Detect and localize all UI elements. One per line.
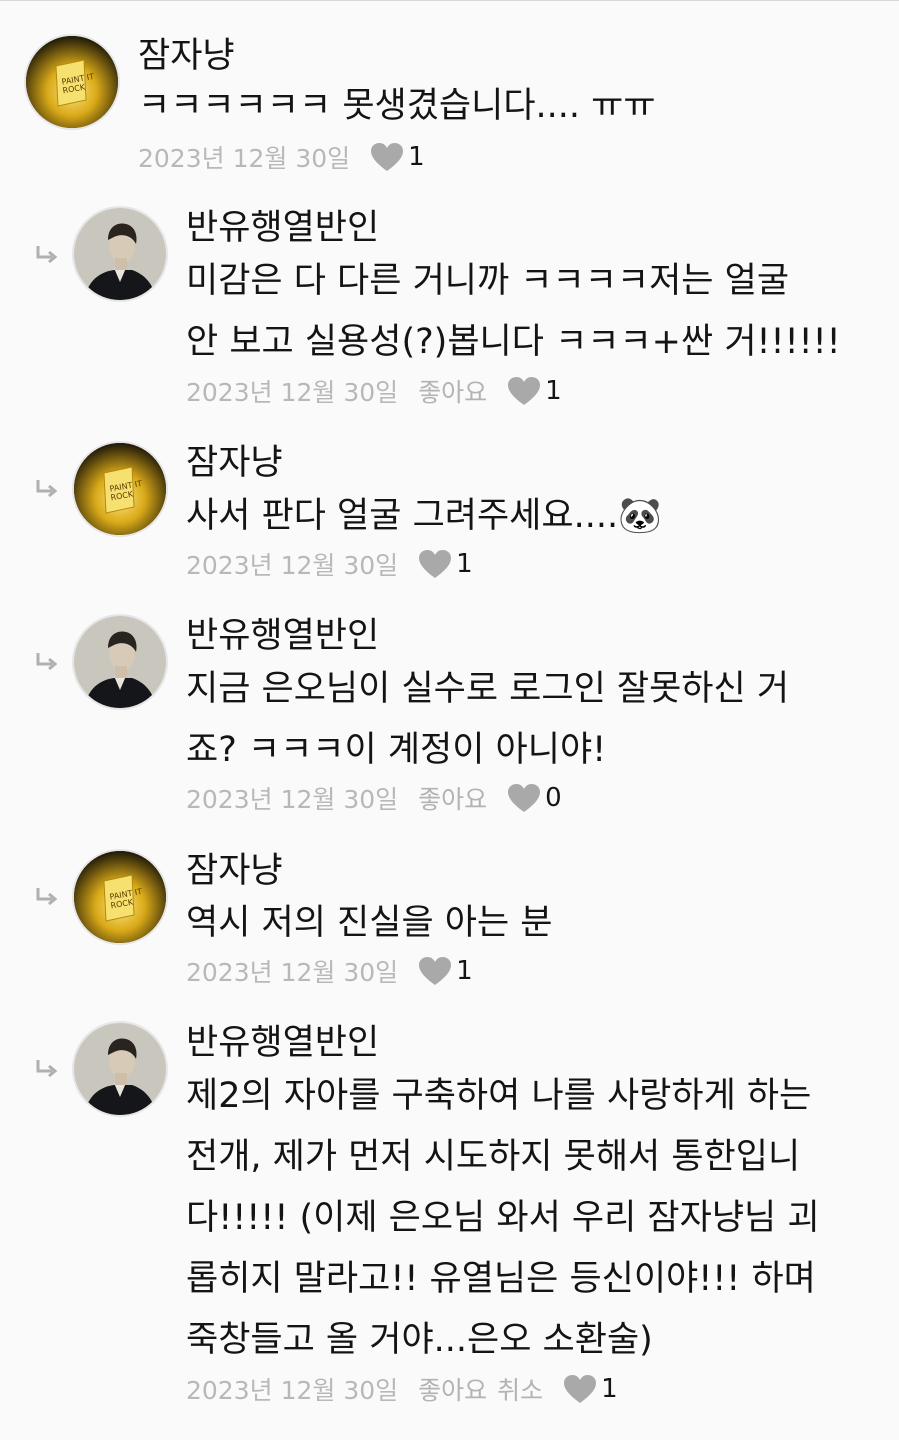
comment-author[interactable]: 잠자냥 <box>186 441 283 485</box>
heart-icon[interactable] <box>563 1374 597 1404</box>
reply-arrow-icon <box>36 480 58 498</box>
top-divider <box>0 0 899 1</box>
comment-meta: 2023년 12월 30일 1 <box>138 141 425 173</box>
comment-author[interactable]: 반유행열반인 <box>186 1021 379 1065</box>
portrait-avatar[interactable] <box>74 1023 166 1115</box>
like-button[interactable]: 좋아요 <box>418 373 487 409</box>
comment-meta: 2023년 12월 30일 좋아요 0 <box>186 782 562 814</box>
comment-text: 지금 은오님이 실수로 로그인 잘못하신 거 <box>186 669 790 709</box>
comment-author[interactable]: 반유행열반인 <box>186 206 379 250</box>
comment-text: ㅋㅋㅋㅋㅋㅋ 못생겼습니다.... ㅠㅠ <box>138 86 656 126</box>
comment-date: 2023년 12월 30일 <box>186 785 399 814</box>
comment-text: 역시 저의 진실을 아는 분 <box>186 903 553 943</box>
like-count: 1 <box>408 142 425 172</box>
heart-icon[interactable] <box>507 376 541 406</box>
like-button[interactable]: 좋아요 <box>418 1371 487 1407</box>
comment-meta: 2023년 12월 30일 좋아요 취소 1 <box>186 1373 618 1405</box>
comment-text: 다!!!!! (이제 은오님 와서 우리 잠자냥님 괴 <box>186 1198 820 1238</box>
comment-date: 2023년 12월 30일 <box>138 144 351 173</box>
comment-text: 사서 판다 얼굴 그려주세요....🐼 <box>186 496 662 536</box>
like-count: 1 <box>456 549 473 579</box>
comment-text: 안 보고 실용성(?)봅니다 ㅋㅋㅋ+싼 거!!!!!! <box>186 322 841 362</box>
comment-text: 죽창들고 올 거야...은오 소환술) <box>186 1320 653 1360</box>
reply-arrow-icon <box>36 888 58 906</box>
comment-text: 미감은 다 다른 거니까 ㅋㅋㅋㅋ저는 얼굴 <box>186 261 790 301</box>
heart-icon[interactable] <box>418 956 452 986</box>
comment-text: 전개, 제가 먼저 시도하지 못해서 통한입니 <box>186 1137 801 1177</box>
cancel-like-button[interactable]: 취소 <box>497 1371 543 1407</box>
comment-meta: 2023년 12월 30일 1 <box>186 548 473 580</box>
heart-icon[interactable] <box>418 549 452 579</box>
reply-arrow-icon <box>36 653 58 671</box>
comment-meta: 2023년 12월 30일 좋아요 1 <box>186 375 562 407</box>
comment-text: 죠? ㅋㅋㅋ이 계정이 아니야! <box>186 730 607 770</box>
reply-arrow-icon <box>36 246 58 264</box>
comment-author[interactable]: 반유행열반인 <box>186 614 379 658</box>
reply-arrow-icon <box>36 1060 58 1078</box>
heart-icon[interactable] <box>370 142 404 172</box>
like-count: 0 <box>545 783 562 813</box>
lamp-avatar[interactable]: PAINT IT ROCK <box>26 36 118 128</box>
heart-icon[interactable] <box>507 783 541 813</box>
comment-meta: 2023년 12월 30일 1 <box>186 955 473 987</box>
like-button[interactable]: 좋아요 <box>418 780 487 816</box>
like-count: 1 <box>601 1374 618 1404</box>
portrait-avatar[interactable] <box>74 616 166 708</box>
portrait-avatar[interactable] <box>74 208 166 300</box>
comment-date: 2023년 12월 30일 <box>186 551 399 580</box>
lamp-avatar[interactable]: PAINT IT ROCK <box>74 851 166 943</box>
comment-text: 제2의 자아를 구축하여 나를 사랑하게 하는 <box>186 1076 812 1116</box>
like-count: 1 <box>456 956 473 986</box>
comment-author[interactable]: 잠자냥 <box>138 34 235 78</box>
comment-author[interactable]: 잠자냥 <box>186 849 283 893</box>
comment-text: 롭히지 말라고!! 유열님은 등신이야!!! 하며 <box>186 1259 816 1299</box>
lamp-avatar[interactable]: PAINT IT ROCK <box>74 443 166 535</box>
comment-date: 2023년 12월 30일 <box>186 378 399 407</box>
comment-date: 2023년 12월 30일 <box>186 1376 399 1405</box>
comment-date: 2023년 12월 30일 <box>186 958 399 987</box>
like-count: 1 <box>545 376 562 406</box>
